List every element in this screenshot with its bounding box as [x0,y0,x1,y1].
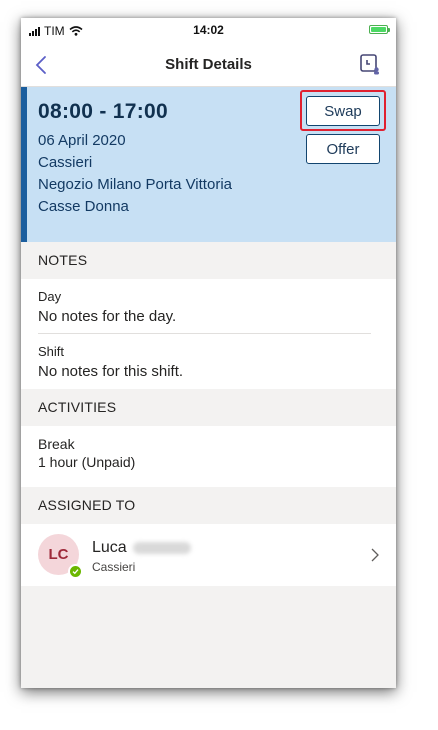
chevron-right-icon [371,548,379,562]
day-note-label: Day [38,289,62,304]
day-note: Day No notes for the day. [21,279,396,333]
shift-role: Cassieri [38,154,93,171]
phone-screen: TIM 14:02 Shift Details 08:00 - 17:00 06… [21,18,396,688]
activity-item: Break 1 hour (Unpaid) [21,426,396,487]
activities-panel: Break 1 hour (Unpaid) [21,426,396,487]
shift-area: Casse Donna [38,198,129,215]
schedule-clock-icon[interactable] [358,52,382,76]
swap-button[interactable]: Swap [306,96,380,126]
status-bar: TIM 14:02 [21,18,396,44]
available-status-icon [68,564,83,579]
activity-detail: 1 hour (Unpaid) [38,454,136,470]
activities-header: ACTIVITIES [21,389,396,426]
assignee-name: Luca [92,539,191,557]
shift-note: Shift No notes for this shift. [21,334,396,389]
shift-date: 06 April 2020 [38,132,126,149]
activity-name: Break [38,436,75,452]
notes-panel: Day No notes for the day. Shift No notes… [21,279,396,389]
battery-icon [369,25,390,34]
assignee-row[interactable]: LC Luca Cassieri [21,524,396,586]
assignee-first-name: Luca [92,539,127,556]
shift-time-range: 08:00 - 17:00 [38,100,168,123]
day-note-value: No notes for the day. [38,308,177,325]
shift-location: Negozio Milano Porta Vittoria [38,176,232,193]
assignee-role: Cassieri [92,560,136,574]
offer-button[interactable]: Offer [306,134,380,164]
blurred-surname [132,541,191,554]
shift-note-label: Shift [38,344,65,359]
nav-bar: Shift Details [21,44,396,87]
notes-header: NOTES [21,242,396,279]
assigned-header: ASSIGNED TO [21,487,396,524]
shift-note-value: No notes for this shift. [38,363,184,380]
page-title: Shift Details [165,56,252,73]
shift-summary-card: 08:00 - 17:00 06 April 2020 Cassieri Neg… [21,87,396,242]
status-time: 14:02 [193,23,224,37]
